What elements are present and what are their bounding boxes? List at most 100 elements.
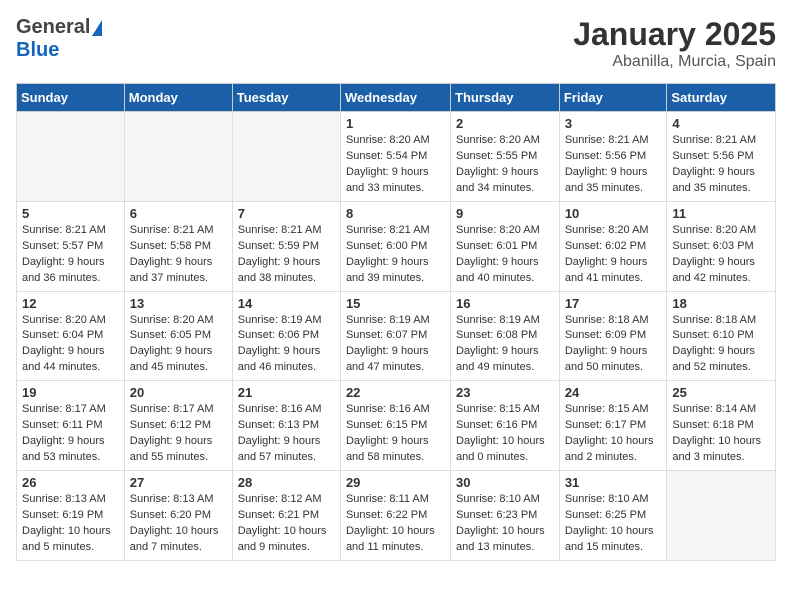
calendar-day-cell: 3 Sunrise: 8:21 AM Sunset: 5:56 PM Daylig… xyxy=(559,112,667,202)
calendar-day-cell: 10 Sunrise: 8:20 AM Sunset: 6:02 PM Dayli… xyxy=(559,201,667,291)
day-info: Sunrise: 8:20 AM Sunset: 6:04 PM Dayligh… xyxy=(22,313,119,377)
weekday-header-cell: Saturday xyxy=(667,84,776,112)
day-number: 5 xyxy=(22,206,119,221)
day-number: 4 xyxy=(672,116,770,131)
month-title: January 2025 xyxy=(573,16,776,53)
day-info: Sunrise: 8:19 AM Sunset: 6:07 PM Dayligh… xyxy=(346,313,445,377)
day-info: Sunrise: 8:19 AM Sunset: 6:06 PM Dayligh… xyxy=(238,313,335,377)
day-number: 1 xyxy=(346,116,445,131)
day-number: 29 xyxy=(346,475,445,490)
calendar-day-cell: 1 Sunrise: 8:20 AM Sunset: 5:54 PM Daylig… xyxy=(340,112,450,202)
day-number: 24 xyxy=(565,385,662,400)
day-number: 3 xyxy=(565,116,662,131)
day-number: 26 xyxy=(22,475,119,490)
weekday-header-row: SundayMondayTuesdayWednesdayThursdayFrid… xyxy=(17,84,776,112)
weekday-header-cell: Thursday xyxy=(451,84,560,112)
day-info: Sunrise: 8:21 AM Sunset: 6:00 PM Dayligh… xyxy=(346,223,445,287)
calendar-day-cell: 9Sunrise: 8:20 AM Sunset: 6:01 PM Daylig… xyxy=(451,201,560,291)
calendar-body: 1 Sunrise: 8:20 AM Sunset: 5:54 PM Daylig… xyxy=(17,112,776,561)
day-number: 17 xyxy=(565,296,662,311)
day-number: 25 xyxy=(672,385,770,400)
weekday-header-cell: Wednesday xyxy=(340,84,450,112)
weekday-header-cell: Tuesday xyxy=(232,84,340,112)
day-number: 10 xyxy=(565,206,662,221)
day-info: Sunrise: 8:10 AM Sunset: 6:23 PM Dayligh… xyxy=(456,492,554,556)
calendar-day-cell: 24 Sunrise: 8:15 AM Sunset: 6:17 PM Dayli… xyxy=(559,381,667,471)
day-info: Sunrise: 8:13 AM Sunset: 6:20 PM Dayligh… xyxy=(130,492,227,556)
location-title: Abanilla, Murcia, Spain xyxy=(573,53,776,71)
weekday-header-cell: Sunday xyxy=(17,84,125,112)
day-info: Sunrise: 8:20 AM Sunset: 6:02 PM Dayligh… xyxy=(565,223,662,287)
day-info: Sunrise: 8:18 AM Sunset: 6:09 PM Dayligh… xyxy=(565,313,662,377)
day-number: 14 xyxy=(238,296,335,311)
calendar-day-cell: 14 Sunrise: 8:19 AM Sunset: 6:06 PM Dayli… xyxy=(232,291,340,381)
day-info: Sunrise: 8:20 AM Sunset: 5:54 PM Dayligh… xyxy=(346,133,445,197)
day-info: Sunrise: 8:21 AM Sunset: 5:56 PM Dayligh… xyxy=(565,133,662,197)
calendar-day-cell: 23 Sunrise: 8:15 AM Sunset: 6:16 PM Dayli… xyxy=(451,381,560,471)
calendar-week-row: 1 Sunrise: 8:20 AM Sunset: 5:54 PM Daylig… xyxy=(17,112,776,202)
calendar-day-cell: 7Sunrise: 8:21 AM Sunset: 5:59 PM Daylig… xyxy=(232,201,340,291)
calendar-day-cell: 6Sunrise: 8:21 AM Sunset: 5:58 PM Daylig… xyxy=(124,201,232,291)
day-number: 2 xyxy=(456,116,554,131)
day-number: 21 xyxy=(238,385,335,400)
day-number: 28 xyxy=(238,475,335,490)
day-number: 12 xyxy=(22,296,119,311)
calendar-day-cell: 21 Sunrise: 8:16 AM Sunset: 6:13 PM Dayli… xyxy=(232,381,340,471)
day-info: Sunrise: 8:17 AM Sunset: 6:11 PM Dayligh… xyxy=(22,402,119,466)
logo: General Blue xyxy=(16,16,102,62)
calendar-day-cell: 28 Sunrise: 8:12 AM Sunset: 6:21 PM Dayli… xyxy=(232,471,340,561)
day-number: 6 xyxy=(130,206,227,221)
day-number: 31 xyxy=(565,475,662,490)
day-info: Sunrise: 8:12 AM Sunset: 6:21 PM Dayligh… xyxy=(238,492,335,556)
calendar-day-cell: 20 Sunrise: 8:17 AM Sunset: 6:12 PM Dayli… xyxy=(124,381,232,471)
day-info: Sunrise: 8:17 AM Sunset: 6:12 PM Dayligh… xyxy=(130,402,227,466)
logo-general: General xyxy=(16,16,90,39)
day-info: Sunrise: 8:15 AM Sunset: 6:16 PM Dayligh… xyxy=(456,402,554,466)
day-number: 13 xyxy=(130,296,227,311)
calendar-day-cell: 30 Sunrise: 8:10 AM Sunset: 6:23 PM Dayli… xyxy=(451,471,560,561)
day-number: 16 xyxy=(456,296,554,311)
day-info: Sunrise: 8:21 AM Sunset: 5:57 PM Dayligh… xyxy=(22,223,119,287)
day-number: 23 xyxy=(456,385,554,400)
day-info: Sunrise: 8:20 AM Sunset: 5:55 PM Dayligh… xyxy=(456,133,554,197)
weekday-header-cell: Monday xyxy=(124,84,232,112)
calendar-day-cell: 16 Sunrise: 8:19 AM Sunset: 6:08 PM Dayli… xyxy=(451,291,560,381)
day-number: 30 xyxy=(456,475,554,490)
day-info: Sunrise: 8:13 AM Sunset: 6:19 PM Dayligh… xyxy=(22,492,119,556)
calendar-day-cell: 2 Sunrise: 8:20 AM Sunset: 5:55 PM Daylig… xyxy=(451,112,560,202)
day-number: 11 xyxy=(672,206,770,221)
day-number: 20 xyxy=(130,385,227,400)
day-number: 19 xyxy=(22,385,119,400)
calendar-day-cell: 4 Sunrise: 8:21 AM Sunset: 5:56 PM Daylig… xyxy=(667,112,776,202)
calendar-table: SundayMondayTuesdayWednesdayThursdayFrid… xyxy=(16,83,776,561)
day-info: Sunrise: 8:20 AM Sunset: 6:03 PM Dayligh… xyxy=(672,223,770,287)
day-info: Sunrise: 8:19 AM Sunset: 6:08 PM Dayligh… xyxy=(456,313,554,377)
calendar-day-cell: 31Sunrise: 8:10 AM Sunset: 6:25 PM Dayli… xyxy=(559,471,667,561)
day-number: 15 xyxy=(346,296,445,311)
day-info: Sunrise: 8:20 AM Sunset: 6:01 PM Dayligh… xyxy=(456,223,554,287)
calendar-day-cell xyxy=(667,471,776,561)
calendar-day-cell: 25Sunrise: 8:14 AM Sunset: 6:18 PM Dayli… xyxy=(667,381,776,471)
day-number: 8 xyxy=(346,206,445,221)
calendar-day-cell: 19 Sunrise: 8:17 AM Sunset: 6:11 PM Dayli… xyxy=(17,381,125,471)
calendar-day-cell: 15 Sunrise: 8:19 AM Sunset: 6:07 PM Dayli… xyxy=(340,291,450,381)
weekday-header-cell: Friday xyxy=(559,84,667,112)
calendar-day-cell: 5 Sunrise: 8:21 AM Sunset: 5:57 PM Daylig… xyxy=(17,201,125,291)
calendar-week-row: 19 Sunrise: 8:17 AM Sunset: 6:11 PM Dayli… xyxy=(17,381,776,471)
day-number: 22 xyxy=(346,385,445,400)
day-info: Sunrise: 8:18 AM Sunset: 6:10 PM Dayligh… xyxy=(672,313,770,377)
logo-blue: Blue xyxy=(16,39,59,61)
calendar-day-cell: 12 Sunrise: 8:20 AM Sunset: 6:04 PM Dayli… xyxy=(17,291,125,381)
calendar-day-cell: 22Sunrise: 8:16 AM Sunset: 6:15 PM Dayli… xyxy=(340,381,450,471)
day-info: Sunrise: 8:21 AM Sunset: 5:56 PM Dayligh… xyxy=(672,133,770,197)
calendar-week-row: 26 Sunrise: 8:13 AM Sunset: 6:19 PM Dayli… xyxy=(17,471,776,561)
calendar-day-cell: 13 Sunrise: 8:20 AM Sunset: 6:05 PM Dayli… xyxy=(124,291,232,381)
day-number: 18 xyxy=(672,296,770,311)
day-info: Sunrise: 8:20 AM Sunset: 6:05 PM Dayligh… xyxy=(130,313,227,377)
day-info: Sunrise: 8:16 AM Sunset: 6:13 PM Dayligh… xyxy=(238,402,335,466)
day-info: Sunrise: 8:15 AM Sunset: 6:17 PM Dayligh… xyxy=(565,402,662,466)
calendar-week-row: 5 Sunrise: 8:21 AM Sunset: 5:57 PM Daylig… xyxy=(17,201,776,291)
calendar-day-cell xyxy=(124,112,232,202)
calendar-day-cell: 8 Sunrise: 8:21 AM Sunset: 6:00 PM Daylig… xyxy=(340,201,450,291)
calendar-day-cell: 29Sunrise: 8:11 AM Sunset: 6:22 PM Dayli… xyxy=(340,471,450,561)
